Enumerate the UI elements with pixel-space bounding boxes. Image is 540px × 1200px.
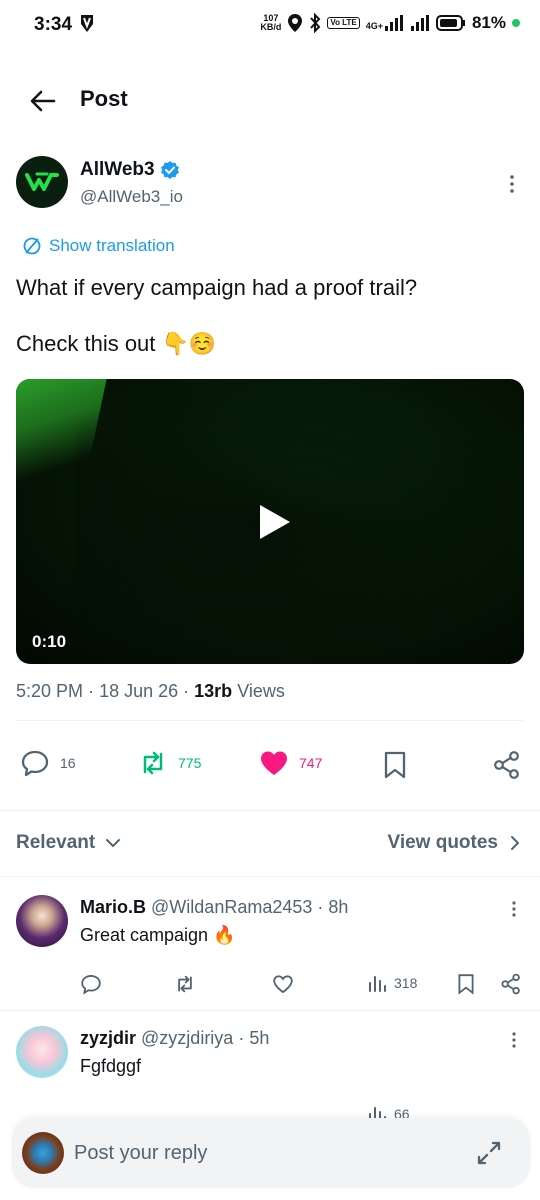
meta-separator: · bbox=[238, 1028, 250, 1048]
post-video[interactable]: 0:10 bbox=[16, 379, 524, 664]
post-meta: 5:20 PM · 18 Jun 26 · 13rb Views bbox=[16, 681, 285, 702]
status-time: 3:34 bbox=[34, 14, 73, 35]
battery-percent: 81% bbox=[471, 13, 506, 32]
translate-icon bbox=[23, 237, 41, 255]
top-bar: Post bbox=[0, 68, 540, 132]
repost-icon bbox=[143, 751, 163, 775]
reply-text: Great campaign 🔥 bbox=[80, 925, 236, 945]
divider bbox=[0, 1010, 540, 1011]
repost-count: 775 bbox=[178, 755, 202, 771]
battery-icon bbox=[435, 15, 465, 31]
location-icon bbox=[288, 14, 303, 32]
divider bbox=[16, 720, 524, 721]
chevron-down-icon bbox=[106, 839, 121, 847]
sort-label: Relevant bbox=[16, 832, 96, 853]
view-quotes-label: View quotes bbox=[387, 832, 498, 853]
reply-age: 8h bbox=[328, 897, 349, 917]
heart-icon[interactable] bbox=[272, 973, 294, 995]
verified-badge-icon bbox=[160, 161, 179, 179]
video-duration: 0:10 bbox=[32, 632, 67, 651]
reply-button[interactable]: 16 bbox=[20, 748, 76, 778]
signal-4g: 4G+ bbox=[366, 15, 404, 31]
share-icon[interactable] bbox=[500, 973, 522, 995]
more-options-icon[interactable] bbox=[500, 172, 524, 196]
author-name[interactable]: AllWeb3 bbox=[80, 159, 155, 181]
sort-dropdown[interactable]: Relevant bbox=[16, 832, 121, 854]
reply-header: zyzjdir @zyzjdiriya · 5h bbox=[80, 1028, 269, 1049]
views-count[interactable]: 13rb bbox=[194, 681, 232, 701]
views-label[interactable]: Views bbox=[237, 681, 285, 701]
views-button[interactable]: 318 bbox=[368, 973, 417, 993]
post-actions: 16 775 747 bbox=[0, 740, 540, 790]
show-translation-link[interactable]: Show translation bbox=[22, 236, 175, 256]
reply-author-handle[interactable]: @zyzjdiriya bbox=[141, 1028, 233, 1048]
author-handle[interactable]: @AllWeb3_io bbox=[80, 187, 183, 207]
post-date: 18 Jun 26 bbox=[99, 681, 179, 701]
views-chart-icon bbox=[369, 976, 386, 992]
meta-separator: · bbox=[183, 681, 195, 701]
reply-author-handle[interactable]: @WildanRama2453 bbox=[151, 897, 312, 917]
status-icons: 107 KB/d Vo LTE 4G+ 81% bbox=[260, 13, 520, 33]
post-author: AllWeb3 @AllWeb3_io bbox=[16, 156, 524, 216]
post-text-line1: What if every campaign had a proof trail… bbox=[16, 275, 418, 300]
meta-separator: · bbox=[317, 897, 329, 917]
author-name-row: AllWeb3 bbox=[80, 159, 180, 181]
page-title: Post bbox=[80, 86, 128, 111]
divider bbox=[0, 876, 540, 877]
reply-icon bbox=[21, 750, 49, 777]
reply-composer[interactable]: Post your reply bbox=[12, 1118, 530, 1188]
reply-input-placeholder[interactable]: Post your reply bbox=[74, 1142, 207, 1165]
bookmark-icon[interactable] bbox=[456, 973, 476, 995]
reply-icon[interactable] bbox=[80, 973, 102, 995]
reply-text: Fgfdggf bbox=[80, 1056, 142, 1076]
signal-icon bbox=[384, 15, 403, 31]
reply-avatar[interactable] bbox=[16, 1026, 68, 1078]
heart-filled-icon bbox=[261, 751, 287, 775]
reply-item[interactable]: zyzjdir @zyzjdiriya · 5h Fgfdggf 66 bbox=[0, 1026, 540, 1126]
data-rate: 107 KB/d bbox=[260, 13, 282, 32]
like-button[interactable]: 747 bbox=[259, 748, 322, 778]
more-options-icon[interactable] bbox=[504, 899, 524, 919]
reply-item[interactable]: Mario.B @WildanRama2453 · 8h Great campa… bbox=[0, 895, 540, 1005]
reply-author-name[interactable]: Mario.B bbox=[80, 897, 146, 917]
back-arrow-icon[interactable] bbox=[28, 86, 58, 116]
volte-badge: Vo LTE bbox=[327, 17, 360, 29]
reply-author-name[interactable]: zyzjdir bbox=[80, 1028, 136, 1048]
shield-icon bbox=[81, 15, 93, 32]
expand-icon[interactable] bbox=[476, 1140, 502, 1166]
divider bbox=[0, 810, 540, 811]
more-options-icon[interactable] bbox=[504, 1030, 524, 1050]
post-time: 5:20 PM bbox=[16, 681, 84, 701]
bluetooth-icon bbox=[310, 13, 321, 33]
reply-avatar[interactable] bbox=[16, 895, 68, 947]
allweb3-logo-icon bbox=[25, 172, 59, 191]
like-count: 747 bbox=[299, 755, 323, 771]
play-icon[interactable] bbox=[258, 503, 292, 541]
chevron-right-icon bbox=[511, 836, 519, 850]
repost-icon[interactable] bbox=[174, 973, 196, 995]
view-quotes-link[interactable]: View quotes bbox=[387, 832, 520, 854]
reply-count: 16 bbox=[60, 755, 76, 771]
author-avatar[interactable] bbox=[16, 156, 68, 208]
privacy-dot bbox=[512, 19, 520, 27]
video-shadow bbox=[76, 379, 524, 664]
repost-button[interactable]: 775 bbox=[138, 748, 201, 778]
meta-separator: · bbox=[88, 681, 100, 701]
bookmark-icon[interactable] bbox=[382, 750, 408, 780]
show-translation-label: Show translation bbox=[49, 236, 175, 255]
reply-views: 318 bbox=[394, 975, 418, 991]
signal-icon-2 bbox=[410, 15, 429, 31]
reply-header: Mario.B @WildanRama2453 · 8h bbox=[80, 897, 348, 918]
post-text-line2: Check this out 👇☺️ bbox=[16, 331, 217, 356]
my-avatar bbox=[22, 1132, 64, 1174]
status-bar: 3:34 107 KB/d Vo LTE 4G+ 81% bbox=[0, 0, 540, 52]
share-icon[interactable] bbox=[492, 750, 522, 780]
reply-age: 5h bbox=[249, 1028, 270, 1048]
